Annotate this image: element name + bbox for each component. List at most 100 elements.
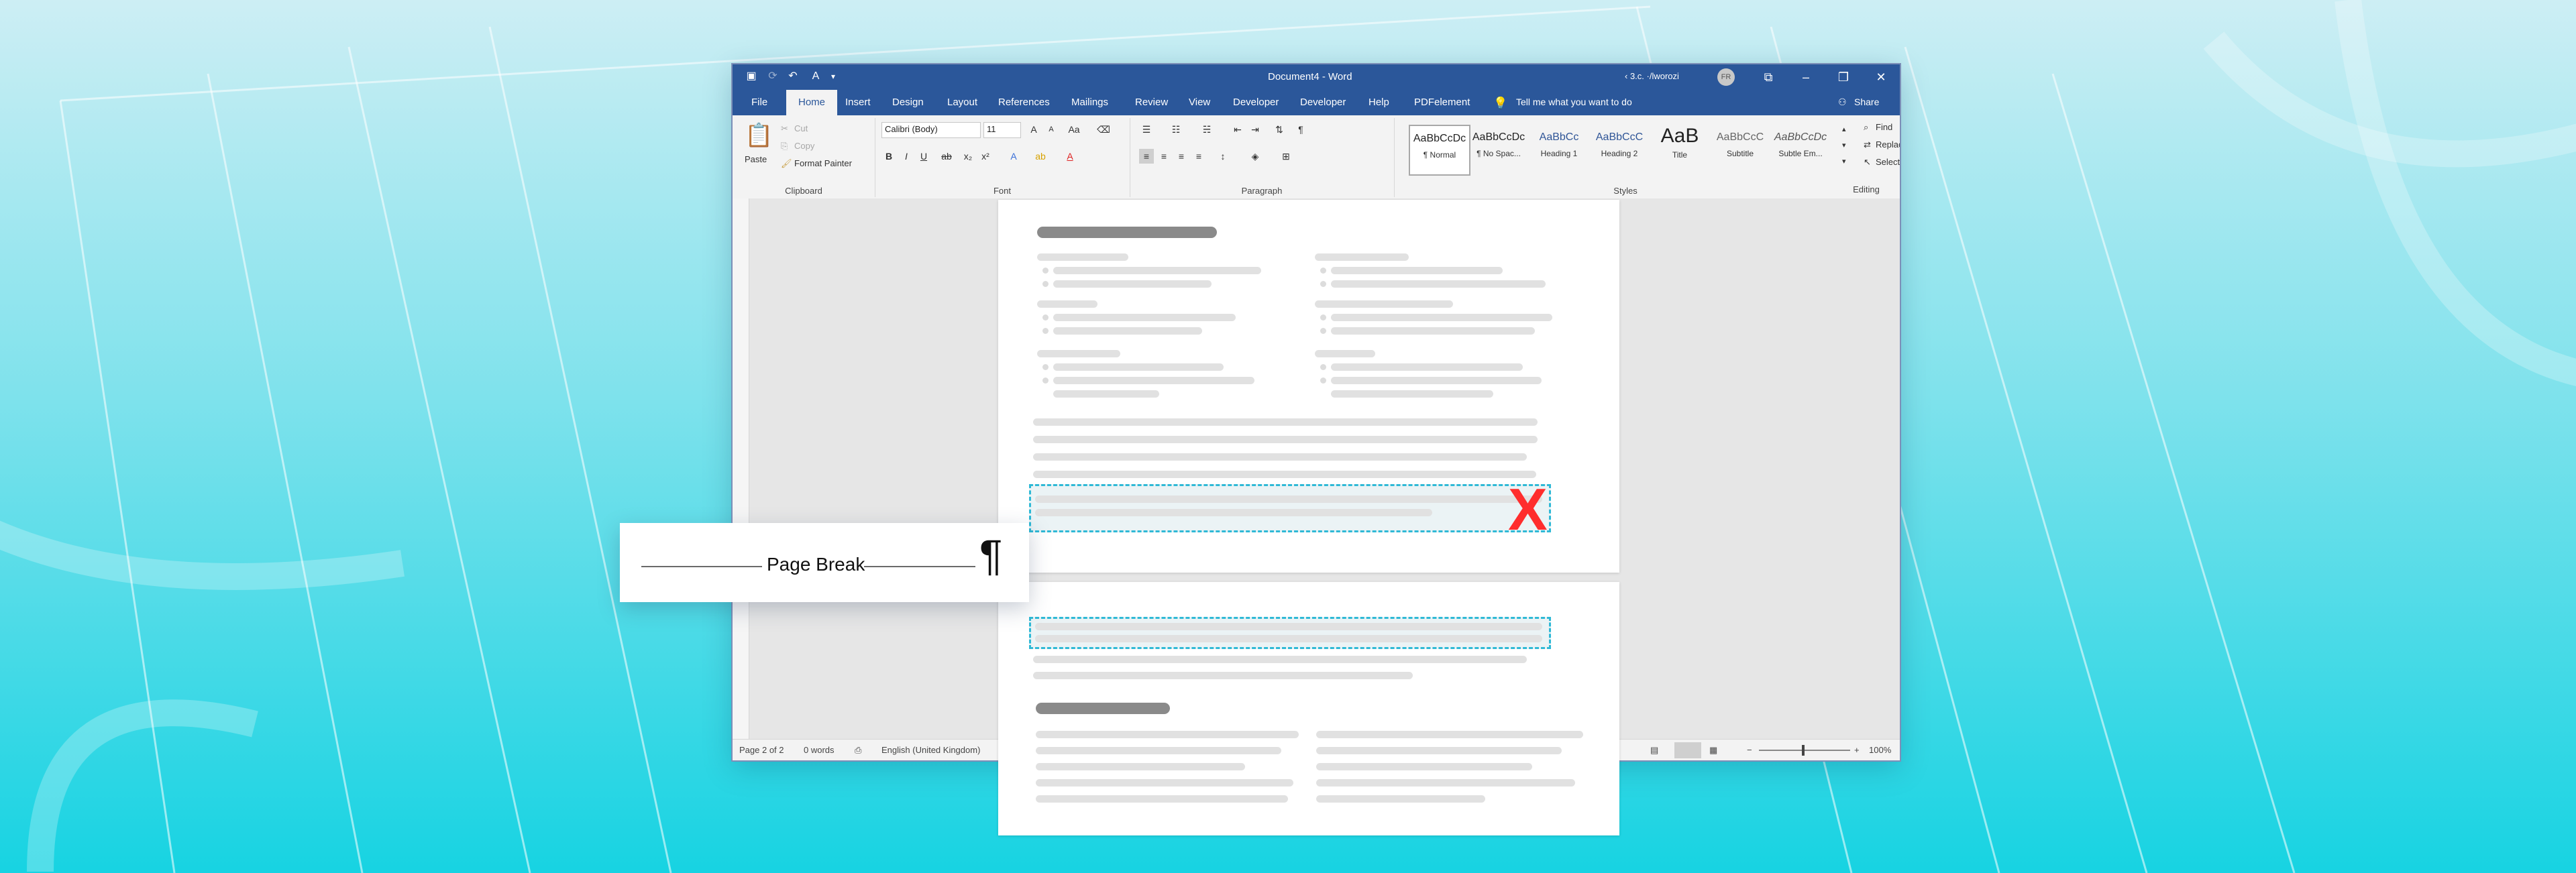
multilevel-list-icon[interactable]: ☵ [1199, 122, 1214, 137]
style-no-spacing[interactable]: AaBbCcDc ¶ No Spac... [1469, 125, 1528, 173]
highlighted-page-break-area[interactable] [1029, 484, 1551, 532]
tab-developer[interactable]: Developer [1233, 97, 1279, 108]
proofing-icon[interactable]: ⎙ [855, 745, 861, 756]
read-mode-icon[interactable]: ▤ [1650, 745, 1658, 756]
line-spacing-icon[interactable]: ↕ [1216, 149, 1230, 164]
font-color-icon[interactable]: A [1063, 149, 1077, 164]
style-name: Heading 1 [1540, 149, 1578, 158]
sort-icon[interactable]: ⇅ [1272, 122, 1287, 137]
shrink-font-icon[interactable]: A [1044, 122, 1059, 137]
paste-icon[interactable]: 📋 [745, 122, 773, 149]
style-title[interactable]: AaB Title [1650, 125, 1709, 173]
tab-layout[interactable]: Layout [947, 97, 977, 108]
page-count[interactable]: Page 2 of 2 [739, 745, 784, 755]
font-format-icon[interactable]: A [809, 70, 822, 83]
underline-icon[interactable]: U [916, 149, 931, 164]
ribbon-display-icon[interactable]: ⧉ [1755, 67, 1782, 87]
tab-design[interactable]: Design [892, 97, 924, 108]
zoom-slider[interactable] [1759, 750, 1850, 751]
tab-help[interactable]: Help [1368, 97, 1389, 108]
avatar[interactable]: FR [1717, 68, 1735, 86]
tab-review[interactable]: Review [1135, 97, 1168, 108]
text-line [1316, 795, 1485, 803]
font-name-select[interactable]: Calibri (Body) [881, 122, 981, 138]
share-button[interactable]: Share [1854, 97, 1879, 107]
web-layout-icon[interactable]: ▦ [1709, 745, 1717, 756]
replace-button[interactable]: Replace [1876, 139, 1900, 150]
zoom-level[interactable]: 100% [1869, 745, 1891, 755]
justify-icon[interactable]: ≡ [1191, 149, 1206, 164]
copy-icon[interactable]: ⎘ [781, 141, 788, 152]
vertical-ruler[interactable] [733, 198, 749, 739]
style-name: Subtle Em... [1778, 149, 1823, 158]
subscript-icon[interactable]: x₂ [961, 149, 975, 164]
increase-indent-icon[interactable]: ⇥ [1248, 122, 1263, 137]
tab-view[interactable]: View [1189, 97, 1210, 108]
cut-icon[interactable]: ✂ [781, 123, 788, 134]
zoom-in-icon[interactable]: + [1854, 745, 1860, 755]
superscript-icon[interactable]: x² [978, 149, 993, 164]
tab-pdfelement[interactable]: PDFelement [1414, 97, 1470, 108]
align-left-icon[interactable]: ≡ [1139, 149, 1154, 164]
minimize-icon[interactable]: – [1792, 67, 1819, 87]
tab-file[interactable]: File [751, 97, 767, 108]
styles-more-icon[interactable]: ▾ [1842, 157, 1846, 166]
style-heading-2[interactable]: AaBbCcC Heading 2 [1590, 125, 1649, 173]
document-page-2[interactable] [998, 582, 1619, 835]
shading-icon[interactable]: ◈ [1248, 149, 1263, 164]
copy-button[interactable]: Copy [794, 141, 814, 151]
highlighted-paragraph[interactable] [1029, 617, 1551, 649]
align-center-icon[interactable]: ≡ [1157, 149, 1171, 164]
style-name: ¶ No Spac... [1477, 149, 1521, 158]
tab-developer-2[interactable]: Developer [1300, 97, 1346, 108]
numbering-icon[interactable]: ☷ [1169, 122, 1183, 137]
tab-home[interactable]: Home [786, 90, 838, 115]
save-icon[interactable]: ▣ [745, 70, 758, 83]
style-name: Title [1672, 150, 1688, 160]
style-subtle-emphasis[interactable]: AaBbCcDc Subtle Em... [1771, 125, 1830, 173]
find-icon[interactable]: ⌕ [1864, 122, 1868, 133]
tab-references[interactable]: References [998, 97, 1050, 108]
highlight-icon[interactable]: ab [1033, 149, 1048, 164]
style-normal[interactable]: AaBbCcDc ¶ Normal [1409, 125, 1470, 176]
text-effects-icon[interactable]: A [1006, 149, 1021, 164]
undo-icon[interactable]: ↶ [786, 70, 800, 83]
font-size-select[interactable]: 11 [983, 122, 1021, 138]
format-painter-icon[interactable]: 🖌 [781, 158, 792, 169]
word-count[interactable]: 0 words [804, 745, 835, 755]
strikethrough-icon[interactable]: ab [939, 149, 954, 164]
italic-icon[interactable]: I [899, 149, 914, 164]
borders-icon[interactable]: ⊞ [1279, 149, 1293, 164]
tell-me-search[interactable]: Tell me what you want to do [1516, 97, 1632, 107]
find-button[interactable]: Find [1876, 122, 1892, 132]
align-right-icon[interactable]: ≡ [1174, 149, 1189, 164]
print-layout-icon[interactable] [1674, 742, 1701, 758]
language-status[interactable]: English (United Kingdom) [881, 745, 980, 755]
document-page-1[interactable]: X [998, 200, 1619, 573]
close-icon[interactable]: ✕ [1868, 67, 1894, 87]
zoom-out-icon[interactable]: − [1747, 745, 1752, 755]
style-subtitle[interactable]: AaBbCcC Subtitle [1711, 125, 1770, 173]
style-sample: AaBbCcDc [1472, 131, 1525, 143]
paste-button[interactable]: Paste [745, 154, 767, 164]
tab-insert[interactable]: Insert [845, 97, 871, 108]
grow-font-icon[interactable]: A [1026, 122, 1041, 137]
bold-icon[interactable]: B [881, 149, 896, 164]
styles-scroll-up-icon[interactable]: ▴ [1842, 125, 1846, 133]
styles-scroll-down-icon[interactable]: ▾ [1842, 141, 1846, 150]
qat-customize-icon[interactable]: ▾ [826, 70, 840, 83]
decrease-indent-icon[interactable]: ⇤ [1230, 122, 1245, 137]
bullets-icon[interactable]: ☰ [1139, 122, 1154, 137]
select-icon[interactable]: ↖ [1864, 157, 1871, 168]
maximize-icon[interactable]: ❐ [1830, 67, 1857, 87]
change-case-icon[interactable]: Aa [1067, 122, 1081, 137]
style-heading-1[interactable]: AaBbCc Heading 1 [1529, 125, 1589, 173]
clear-formatting-icon[interactable]: ⌫ [1096, 122, 1111, 137]
format-painter-button[interactable]: Format Painter [794, 158, 852, 168]
replace-icon[interactable]: ⇄ [1864, 139, 1871, 150]
cut-button[interactable]: Cut [794, 123, 808, 133]
show-formatting-icon[interactable]: ¶ [1293, 122, 1308, 137]
zoom-slider-thumb[interactable] [1802, 745, 1805, 756]
tab-mailings[interactable]: Mailings [1071, 97, 1108, 108]
select-button[interactable]: Select [1876, 157, 1900, 167]
